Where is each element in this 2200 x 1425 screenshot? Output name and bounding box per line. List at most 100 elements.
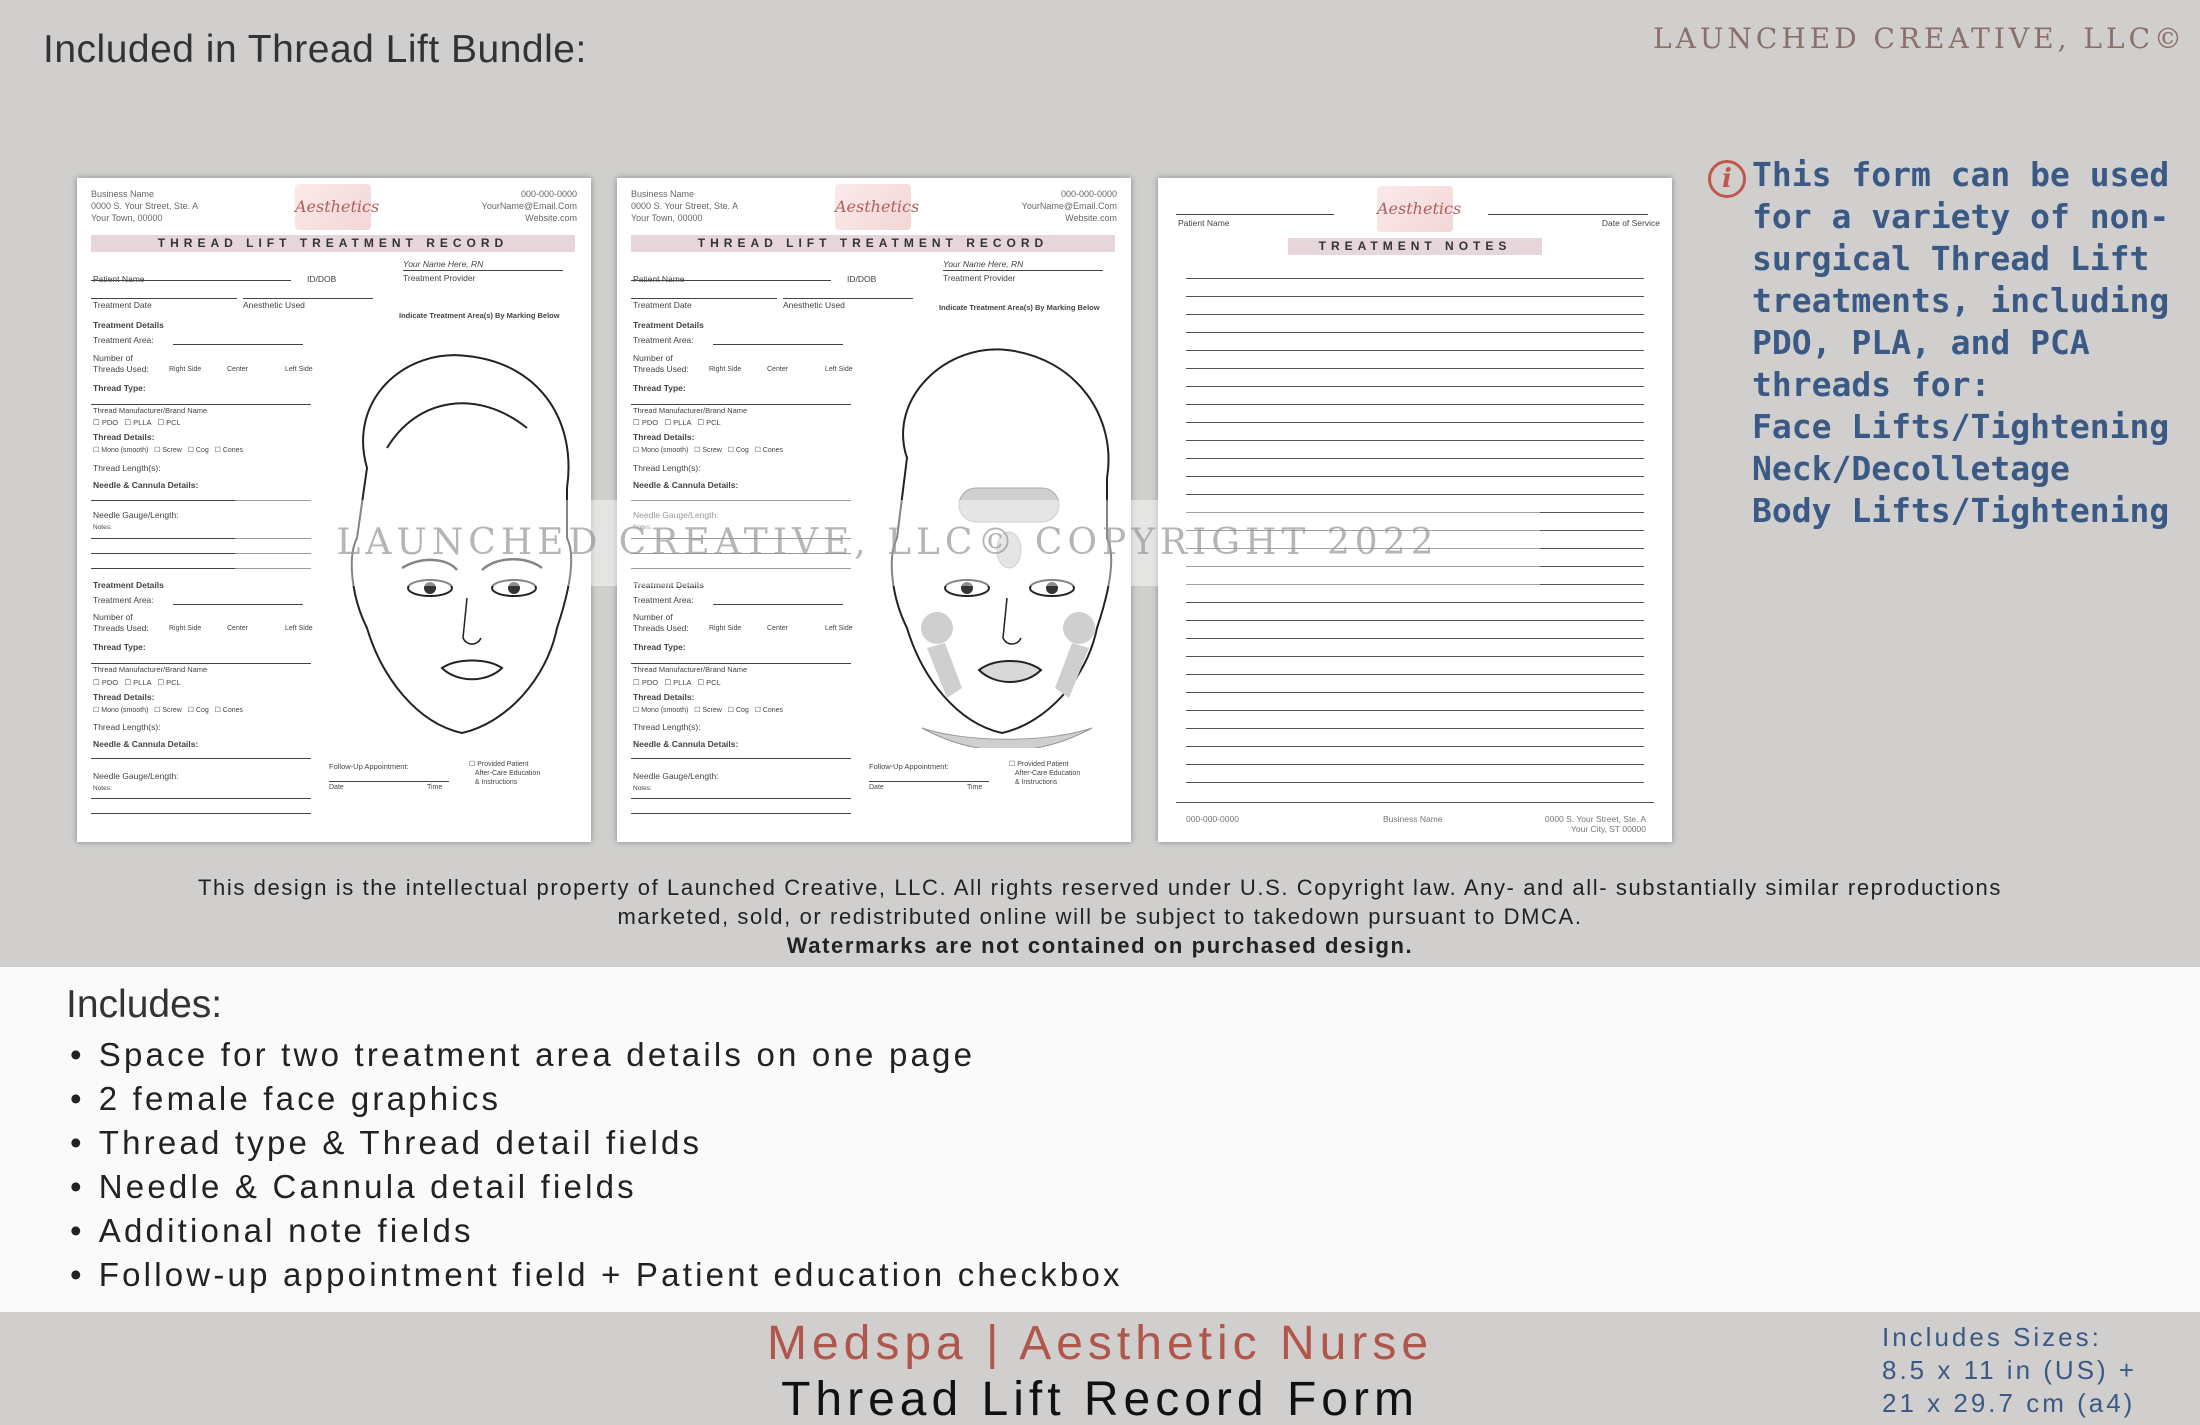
anesthetic-label: Anesthetic Used (243, 300, 305, 310)
thread-type-label: Thread Type: (93, 383, 146, 393)
thread-length-label-2: Thread Length(s): (633, 722, 701, 732)
copyright-notice: This design is the intellectual property… (197, 875, 2002, 958)
manufacturer-label-2: Thread Manufacturer/Brand Name (93, 665, 208, 674)
business-logo: Aesthetics (295, 184, 379, 230)
id-dob-label: ID/DOB (307, 274, 337, 284)
needle-gauge-label-2: Needle Gauge/Length: (93, 771, 179, 781)
field-line (91, 758, 311, 759)
after-care-checkbox: ☐ Provided Patient After-Care Education … (1009, 761, 1081, 786)
thread-type-options-2: ☐ PDO ☐ PLLA ☐ PCL (633, 678, 721, 687)
thread-details-label-2: Thread Details: (93, 692, 155, 702)
note-line (1186, 476, 1644, 477)
sizes-info: Includes Sizes: 8.5 x 11 in (US) + 21 x … (1882, 1322, 2138, 1418)
left-side-label: Left Side (285, 366, 313, 373)
note-line (1186, 350, 1644, 351)
center-label-2: Center (227, 625, 249, 632)
field-line (631, 798, 851, 799)
note-line (1186, 620, 1644, 621)
brand-name: LAUNCHED CREATIVE, LLC© (1653, 22, 2186, 55)
threads-used-label: Threads Used: (633, 364, 689, 374)
note-line (1186, 638, 1644, 639)
field-line (91, 798, 311, 799)
thread-details-options: ☐ Mono (smooth) ☐ Screw ☐ Cog ☐ Cones (633, 447, 784, 454)
right-side-label: Right Side (169, 366, 202, 373)
note-line (1186, 440, 1644, 441)
thread-details-label: Thread Details: (93, 432, 155, 442)
field-line (943, 270, 1103, 271)
thread-length-label: Thread Length(s): (633, 463, 701, 473)
id-dob-label: ID/DOB (847, 274, 877, 284)
provider-name: Your Name Here, RN (403, 259, 484, 269)
right-side-label-2: Right Side (169, 625, 202, 632)
patient-name-label: Patient Name (633, 274, 685, 284)
note-line (1186, 422, 1644, 423)
list-item: Follow-up appointment field + Patient ed… (70, 1253, 1123, 1297)
needle-cannula-label: Needle & Cannula Details: (93, 480, 199, 490)
note-line (1186, 674, 1644, 675)
manufacturer-label: Thread Manufacturer/Brand Name (633, 406, 748, 415)
threads-used-label-2: Threads Used: (633, 623, 689, 633)
footer-rule (1176, 802, 1654, 803)
product-footer: Medspa | Aesthetic Nurse Thread Lift Rec… (0, 1312, 2200, 1425)
note-line (1186, 656, 1644, 657)
date-label: Date (329, 784, 344, 791)
notes-label-2: Notes: (93, 785, 112, 792)
treatment-details-heading-2: Treatment Details (93, 580, 164, 590)
thread-type-options: ☐ PDO ☐ PLLA ☐ PCL (633, 418, 721, 427)
date-label: Date (869, 784, 884, 791)
needle-gauge-label-2: Needle Gauge/Length: (633, 771, 719, 781)
provider-label: Treatment Provider (403, 273, 476, 283)
thread-details-options-2: ☐ Mono (smooth) ☐ Screw ☐ Cog ☐ Cones (633, 707, 784, 714)
treatment-date-label: Treatment Date (93, 300, 152, 310)
note-line (1186, 278, 1644, 279)
needle-cannula-label-2: Needle & Cannula Details: (93, 739, 199, 749)
note-line (1186, 314, 1644, 315)
indicate-label: Indicate Treatment Area(s) By Marking Be… (399, 311, 560, 320)
note-line (1186, 602, 1644, 603)
contact-info: 000-000-0000 YourName@Email.Com Website.… (1021, 189, 1117, 223)
usage-info: This form can be used for a variety of n… (1752, 155, 2170, 530)
left-side-label-2: Left Side (825, 625, 853, 632)
notes-label: Notes: (93, 524, 112, 531)
needle-gauge-label: Needle Gauge/Length: (93, 510, 179, 520)
treatment-area-label-2: Treatment Area: (93, 595, 154, 605)
anesthetic-label: Anesthetic Used (783, 300, 845, 310)
needle-cannula-label: Needle & Cannula Details: (633, 480, 739, 490)
field-line (91, 663, 311, 664)
note-line (1186, 746, 1644, 747)
time-label: Time (967, 784, 983, 791)
includes-list: Space for two treatment area details on … (70, 1033, 1123, 1297)
treatment-area-label-2: Treatment Area: (633, 595, 694, 605)
follow-up-label: Follow-Up Appointment: (329, 762, 409, 771)
thread-type-options: ☐ PDO ☐ PLLA ☐ PCL (93, 418, 181, 427)
field-line (631, 404, 851, 405)
right-side-label: Right Side (709, 366, 742, 373)
note-line (1186, 782, 1644, 783)
thread-type-label-2: Thread Type: (633, 642, 686, 652)
provider-label: Treatment Provider (943, 273, 1016, 283)
business-info: Business Name 0000 S. Your Street, Ste. … (631, 189, 739, 223)
form-name-title: Thread Lift Record Form (781, 1373, 1419, 1425)
number-of-label: Number of (633, 353, 673, 363)
form-title-banner: THREAD LIFT TREATMENT RECORD (631, 235, 1115, 252)
info-icon: i (1708, 160, 1746, 198)
follow-up-label: Follow-Up Appointment: (869, 762, 949, 771)
note-line (1186, 368, 1644, 369)
note-line (1186, 404, 1644, 405)
field-line (713, 344, 843, 345)
list-item: Space for two treatment area details on … (70, 1033, 1123, 1077)
thread-type-options-2: ☐ PDO ☐ PLLA ☐ PCL (93, 678, 181, 687)
thread-length-label: Thread Length(s): (93, 463, 161, 473)
center-label-2: Center (767, 625, 789, 632)
includes-section: Includes: Space for two treatment area d… (0, 967, 2200, 1312)
center-label: Center (767, 366, 789, 373)
note-line (1186, 764, 1644, 765)
note-line (1186, 728, 1644, 729)
note-line (1186, 710, 1644, 711)
business-logo: Aesthetics (1377, 186, 1461, 232)
footer-address: 0000 S. Your Street, Ste. A Your City, ST… (1544, 814, 1646, 834)
treatment-area-label: Treatment Area: (93, 335, 154, 345)
note-line (1186, 386, 1644, 387)
category-title: Medspa | Aesthetic Nurse (766, 1317, 1434, 1370)
provider-name: Your Name Here, RN (943, 259, 1024, 269)
